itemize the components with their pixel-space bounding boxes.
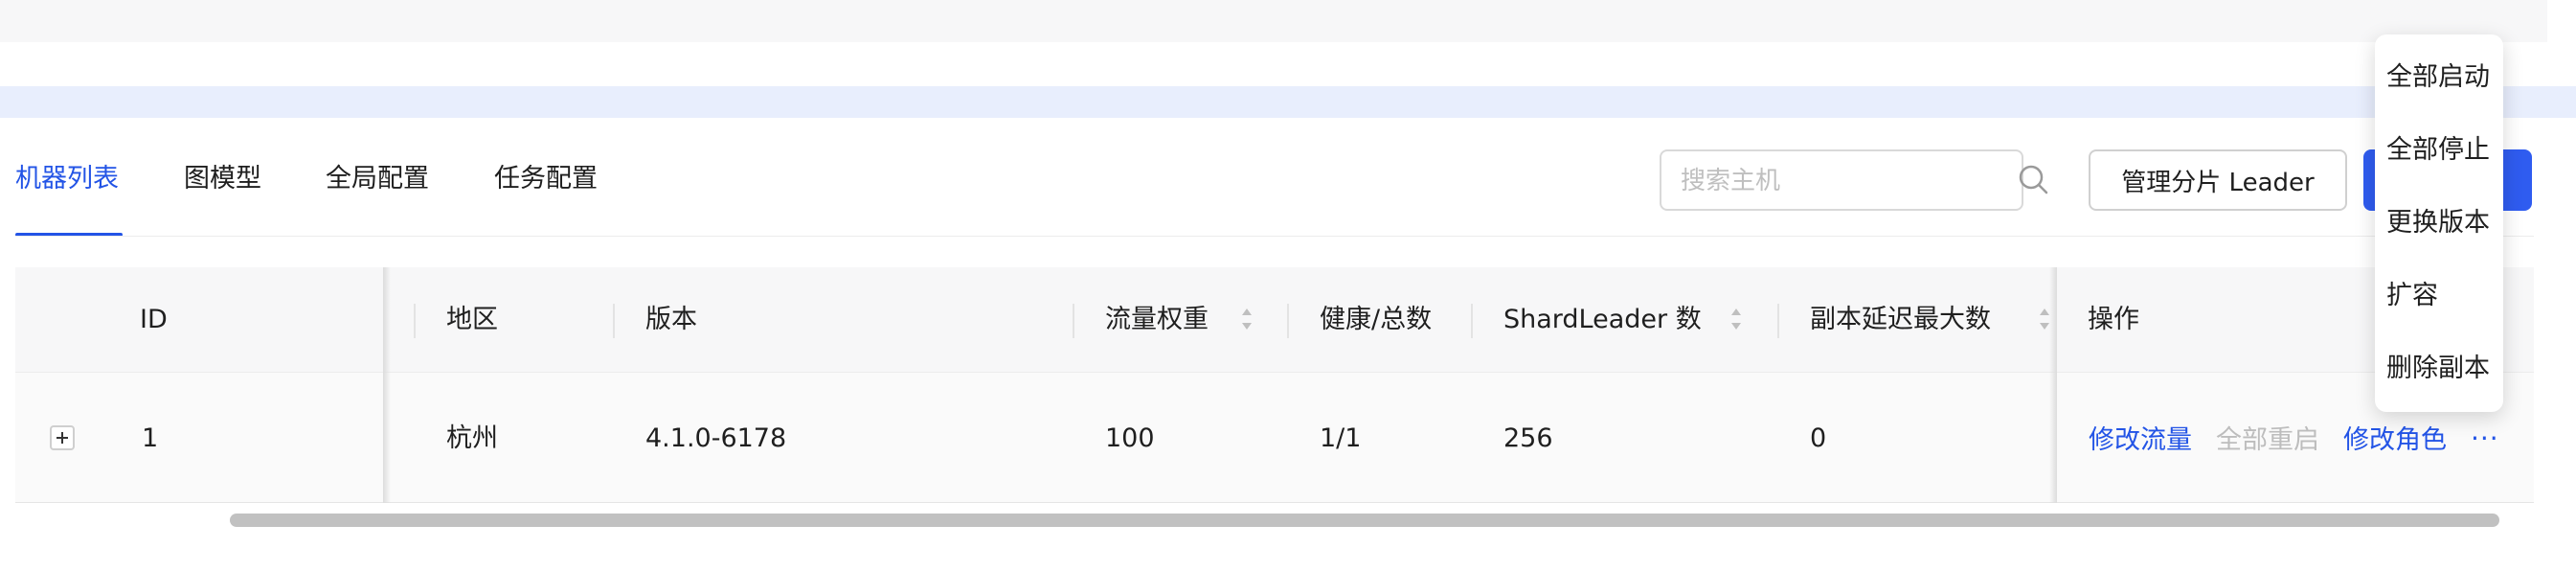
menu-item-scale-out[interactable]: 扩容	[2386, 272, 2497, 320]
restart-all-link: 全部重启	[2216, 425, 2319, 455]
tab-graph-model[interactable]: 图模型	[184, 160, 261, 198]
menu-item-change-version[interactable]: 更换版本	[2386, 199, 2497, 247]
plus-square-icon[interactable]	[50, 425, 75, 450]
column-header-traffic-weight[interactable]: 流量权重	[1105, 301, 1209, 339]
top-panel	[0, 0, 2547, 42]
column-header-version: 版本	[645, 305, 697, 334]
cell-version: 4.1.0-6178	[645, 423, 787, 453]
column-header-actions: 操作	[2088, 305, 2139, 334]
column-divider	[613, 304, 615, 338]
search-input[interactable]	[1681, 163, 1968, 199]
header-band	[0, 86, 2576, 118]
column-header-region: 地区	[446, 305, 498, 334]
column-divider	[1777, 304, 1779, 338]
tab-task-config[interactable]: 任务配置	[494, 160, 598, 198]
column-header-id: ID	[140, 305, 168, 334]
more-actions-dropdown: 全部启动 全部停止 更换版本 扩容 删除副本	[2375, 34, 2503, 412]
sort-icon[interactable]	[1240, 305, 1254, 333]
sort-icon[interactable]	[1729, 305, 1743, 333]
cell-replica-delay-max: 0	[1810, 423, 1827, 453]
tab-machine-list[interactable]: 机器列表	[15, 160, 119, 198]
scrollbar-thumb[interactable]	[230, 514, 2499, 527]
column-divider	[1471, 304, 1473, 338]
cell-shard-leader-count: 256	[1503, 423, 1553, 453]
page: 机器列表 图模型 全局配置 任务配置 管理分片 Leader ID 地区 版本 …	[0, 0, 2576, 571]
manage-shard-leader-button[interactable]: 管理分片 Leader	[2089, 149, 2347, 211]
column-divider	[1287, 304, 1289, 338]
column-header-replica-delay-max[interactable]: 副本延迟最大数	[1810, 301, 1991, 339]
table-header	[15, 267, 2534, 372]
cell-id: 1	[142, 423, 159, 453]
modify-role-link[interactable]: 修改角色	[2343, 422, 2447, 460]
column-header-health-total: 健康/总数	[1320, 305, 1433, 334]
cell-traffic-weight: 100	[1105, 423, 1155, 453]
ellipsis-icon[interactable]: ···	[2471, 422, 2501, 460]
column-divider	[1073, 304, 1074, 338]
menu-item-stop-all[interactable]: 全部停止	[2386, 126, 2497, 174]
modify-traffic-link[interactable]: 修改流量	[2089, 422, 2192, 460]
menu-item-delete-replica[interactable]: 删除副本	[2386, 345, 2497, 393]
fixed-column-shadow	[2049, 267, 2057, 503]
fixed-column-shadow	[383, 267, 391, 503]
search-box	[1660, 149, 2023, 211]
column-header-shard-leader-count[interactable]: ShardLeader 数	[1503, 301, 1702, 339]
cell-health-total: 1/1	[1320, 423, 1362, 453]
search-icon[interactable]	[2017, 163, 2049, 195]
menu-item-start-all[interactable]: 全部启动	[2386, 54, 2497, 102]
cell-region: 杭州	[446, 423, 498, 453]
tabs-divider	[15, 236, 2534, 237]
tab-global-config[interactable]: 全局配置	[326, 160, 429, 198]
column-divider	[414, 304, 416, 338]
